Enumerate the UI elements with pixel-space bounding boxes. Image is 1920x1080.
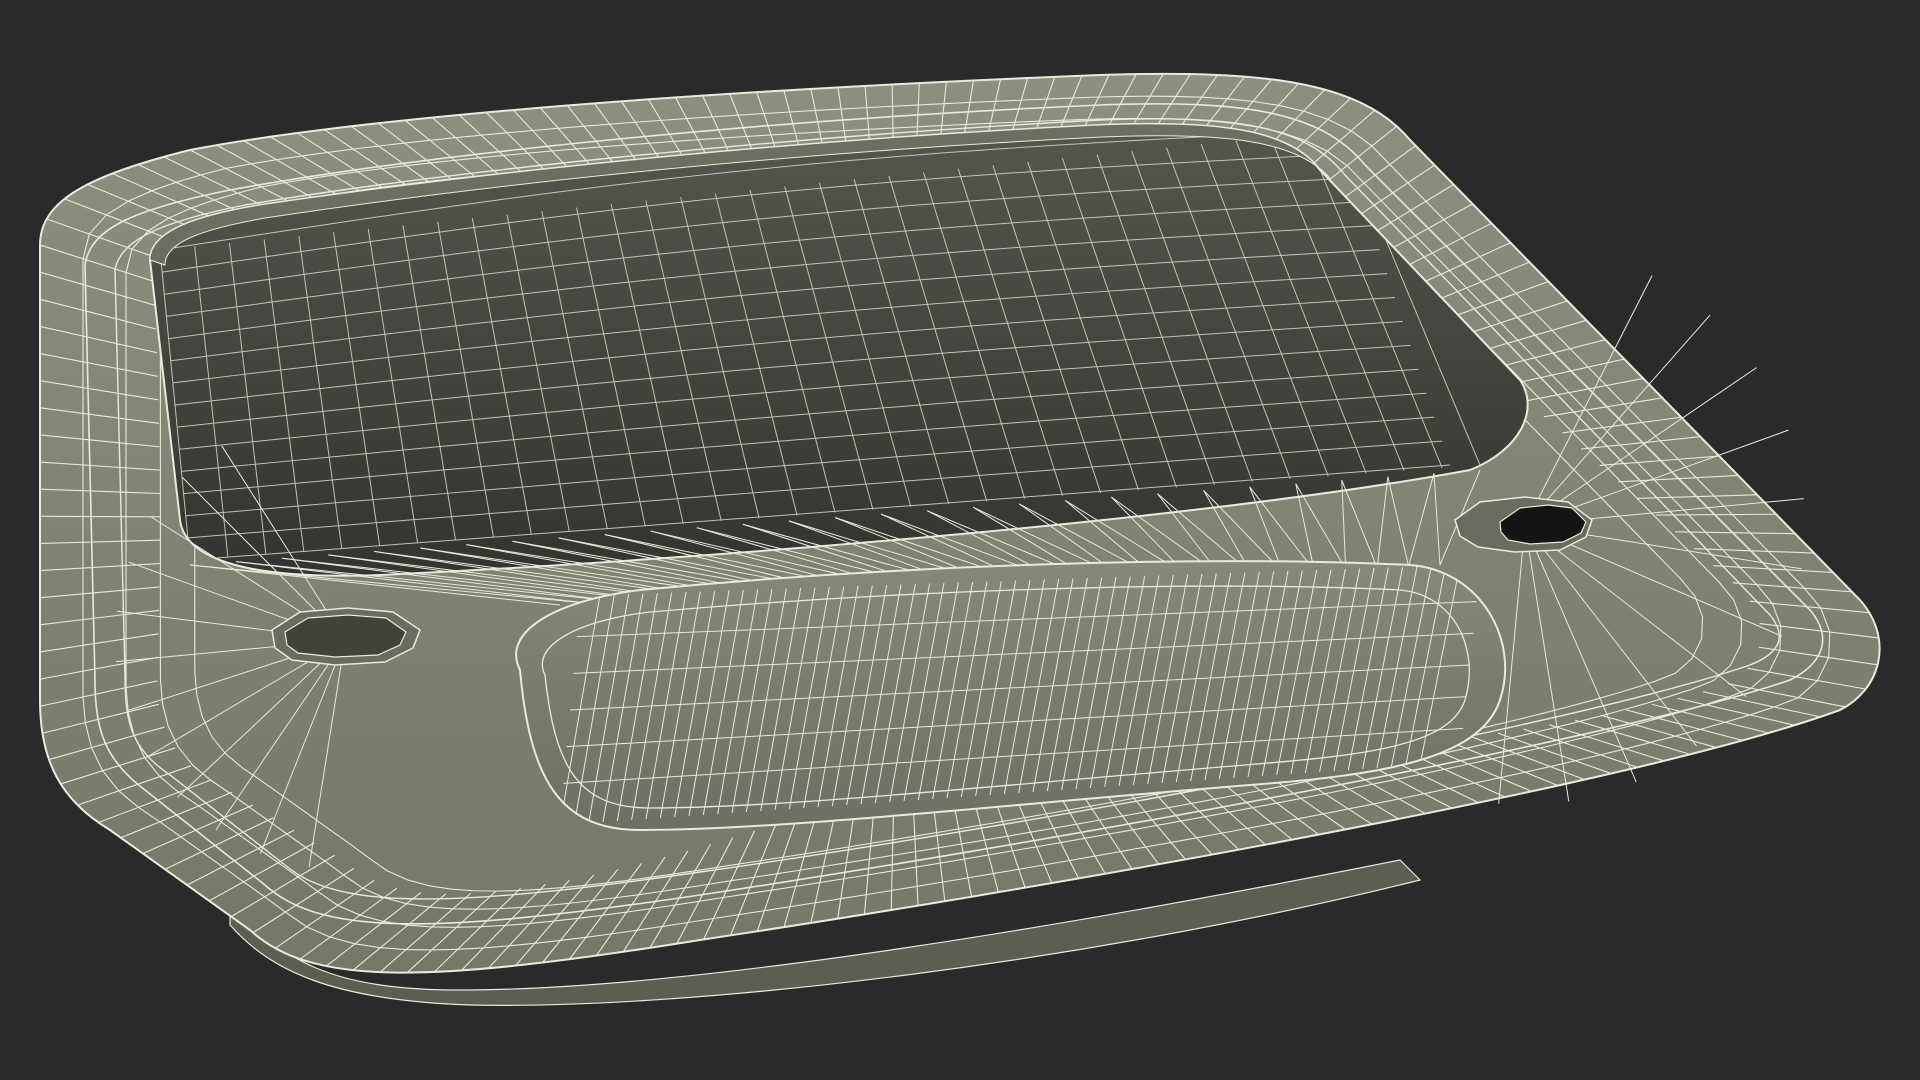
render-viewport [0, 0, 1920, 1080]
sink-wireframe-render [0, 0, 1920, 1080]
rim-edge [40, 515, 161, 518]
tap-hole-right [1454, 496, 1593, 553]
